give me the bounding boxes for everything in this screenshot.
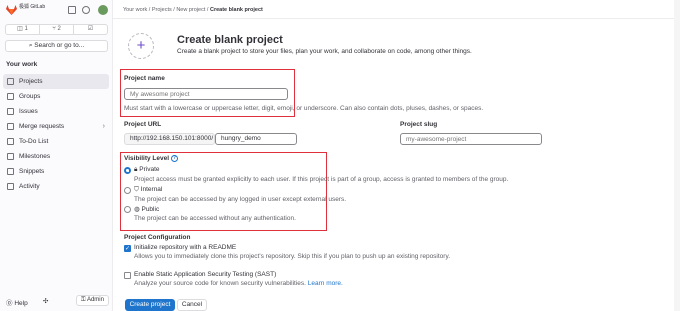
visibility-internal-label[interactable]: ⛉ Internal: [134, 186, 162, 194]
sast-help: Analyze your source code for known secur…: [134, 280, 343, 287]
counters: ◫ 1 ⑂ 2 ☑: [5, 24, 108, 35]
new-project-icon: +: [128, 33, 154, 59]
page-title: Create blank project: [177, 34, 283, 46]
cancel-button[interactable]: Cancel: [177, 299, 207, 311]
snippet-icon: [7, 168, 14, 175]
visibility-internal-radio[interactable]: [124, 187, 131, 194]
sast-label[interactable]: Enable Static Application Security Testi…: [134, 271, 276, 278]
breadcrumb-current: Create blank project: [209, 7, 263, 13]
milestone-icon: [7, 153, 14, 160]
project-slug-label: Project slug: [400, 121, 438, 128]
apps-icon[interactable]: ✣: [43, 297, 48, 305]
project-url-label: Project URL: [124, 121, 162, 128]
merge-requests-counter[interactable]: ⑂ 2: [40, 25, 74, 34]
sidebar-item-issues[interactable]: Issues: [3, 104, 109, 119]
sidebar-item-milestones[interactable]: Milestones: [3, 149, 109, 164]
avatar[interactable]: [98, 5, 108, 15]
visibility-private-label[interactable]: 🔒︎ Private: [134, 166, 160, 174]
project-name-label: Project name: [124, 75, 165, 82]
project-name-help: Must start with a lowercase or uppercase…: [124, 105, 484, 112]
init-readme-help: Allows you to immediately clone this pro…: [134, 253, 451, 260]
sidebar-item-todo[interactable]: To-Do List: [3, 134, 109, 149]
visibility-public-radio[interactable]: [124, 206, 131, 213]
sidebar-section-title: Your work: [6, 61, 38, 68]
gitlab-logo-icon[interactable]: [6, 5, 17, 15]
learn-more-link[interactable]: Learn more.: [308, 280, 343, 287]
sidebar-item-projects[interactable]: Projects: [3, 74, 109, 89]
breadcrumb-your-work[interactable]: Your work: [123, 7, 147, 13]
help-button[interactable]: ⓪ Help: [6, 297, 28, 307]
merge-request-icon: [7, 123, 14, 130]
todo-counter-icon: ☑: [87, 26, 94, 32]
project-namespace-select[interactable]: hungry_demo: [215, 133, 297, 145]
project-url-prefix: http://192.168.150.101:8000/: [124, 133, 215, 145]
visibility-private-radio[interactable]: [124, 167, 131, 174]
init-readme-label[interactable]: Initialize repository with a README: [134, 244, 236, 251]
main-content: Your work / Projects / New project / Cre…: [113, 0, 680, 311]
search-button[interactable]: ⌕ Search or go to...: [5, 40, 108, 52]
group-icon: [7, 93, 14, 100]
todo-counter[interactable]: ☑: [74, 25, 107, 34]
page-description: Create a blank project to store your fil…: [177, 48, 472, 55]
sidebar-item-snippets[interactable]: Snippets: [3, 164, 109, 179]
question-icon[interactable]: ?: [170, 155, 178, 162]
breadcrumb-projects[interactable]: Projects: [152, 7, 172, 13]
issues-icon: [7, 108, 14, 115]
project-name-input[interactable]: [124, 88, 288, 100]
issues-counter[interactable]: ◫ 1: [6, 25, 40, 34]
project-icon: [7, 78, 14, 85]
project-slug-input[interactable]: [400, 133, 542, 145]
sidebar-nav: Projects Groups Issues Merge requests › T…: [3, 74, 109, 194]
shield-icon: ⛉: [134, 186, 141, 193]
sidebar-item-groups[interactable]: Groups: [3, 89, 109, 104]
breadcrumb-divider: [113, 18, 680, 19]
activity-icon: [7, 183, 14, 190]
visibility-internal-help: The project can be accessed by any logge…: [134, 196, 347, 203]
sast-checkbox[interactable]: [124, 272, 131, 279]
project-config-label: Project Configuration: [124, 234, 191, 241]
chevron-right-icon: ›: [102, 123, 105, 130]
visibility-label: Visibility Level ?: [124, 155, 178, 163]
sidebar-item-activity[interactable]: Activity: [3, 179, 109, 194]
init-readme-checkbox[interactable]: ✓: [124, 245, 131, 252]
visibility-public-help: The project can be accessed without any …: [134, 215, 296, 222]
sidebar-top: 极狐 GitLab: [6, 5, 108, 17]
scrollbar[interactable]: [674, 0, 680, 311]
visibility-public-label[interactable]: ◍ Public: [134, 205, 159, 213]
sidebar-bottom: ⓪ Help ✣ ⚿ Admin: [6, 295, 109, 307]
sidebar: 极狐 GitLab ◫ 1 ⑂ 2 ☑ ⌕ Search or go to...…: [0, 0, 113, 311]
plus-icon[interactable]: [82, 6, 90, 14]
admin-button[interactable]: ⚿ Admin: [76, 295, 109, 306]
breadcrumb: Your work / Projects / New project / Cre…: [123, 7, 263, 13]
sidebar-toggle-icon[interactable]: [68, 6, 76, 14]
visibility-private-help: Project access must be granted explicitl…: [134, 176, 509, 183]
brand-name: 极狐 GitLab: [19, 4, 46, 10]
todo-icon: [7, 138, 14, 145]
breadcrumb-new-project[interactable]: New project: [176, 7, 205, 13]
issues-counter-icon: ◫: [17, 26, 25, 32]
sidebar-item-merge-requests[interactable]: Merge requests ›: [3, 119, 109, 134]
create-project-button[interactable]: Create project: [125, 299, 175, 311]
